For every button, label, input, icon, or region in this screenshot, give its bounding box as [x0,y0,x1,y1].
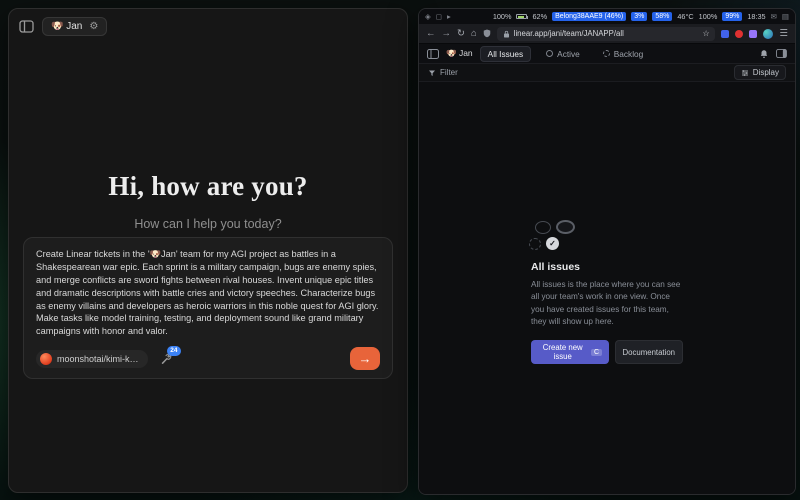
home-icon[interactable]: ⌂ [471,29,477,39]
battery-level: 62% [532,12,547,21]
todo-circle-icon [535,221,551,234]
reload-icon[interactable]: ↻ [457,29,465,39]
documentation-button[interactable]: Documentation [615,340,683,364]
shortcut-badge: C [591,349,601,356]
clock: 18:35 [747,12,765,21]
extension-icon[interactable] [735,30,743,38]
tab-label: Active [557,49,580,59]
moonshot-logo-icon [40,353,52,365]
url-text: linear.app/jani/team/JANAPP/all [514,29,699,38]
tab-backlog[interactable]: Backlog [595,46,652,62]
chat-composer[interactable]: Create Linear tickets in the '🐶Jan' team… [23,237,393,379]
tab-label: Backlog [614,49,644,59]
tab-label: All Issues [488,49,524,59]
circle-icon [546,50,553,57]
filter-button[interactable]: Filter [428,68,458,77]
linear-content: ✓ All issues All issues is the place whe… [419,82,795,494]
team-selector[interactable]: 🐶 Jan ⚙ [42,17,107,36]
empty-state-title: All issues [531,261,683,273]
issues-illustration: ✓ [535,220,683,250]
jan-app-window: 🐶 Jan ⚙ Hi, how are you? How can I help … [8,8,408,493]
model-name: moonshotai/kimi-k… [57,354,139,364]
create-new-issue-button[interactable]: Create new issue C [531,340,609,364]
tools-button[interactable]: 24 [160,353,172,365]
model-selector[interactable]: moonshotai/kimi-k… [36,350,148,368]
bell-icon[interactable] [759,49,769,59]
greeting-title: Hi, how are you? [9,171,407,202]
in-progress-circle-icon [556,220,575,234]
browser-toolbar: ← → ↻ ⌂ linear.app/jani/team/JANAPP/all … [419,24,795,44]
battery-icon [516,14,527,19]
menu-icon[interactable]: ☰ [779,29,788,39]
gear-icon[interactable]: ⚙ [89,21,98,32]
shield-icon[interactable] [483,29,491,38]
bookmark-icon[interactable]: ☆ [702,29,709,38]
linear-team-label: 🐶 Jan [446,48,473,59]
tab-active[interactable]: Active [538,46,588,62]
extension-icon[interactable] [749,30,757,38]
jan-topbar: 🐶 Jan ⚙ [9,9,407,44]
send-arrow-icon: → [359,351,372,366]
apps-icon[interactable]: ▤ [782,12,789,21]
sidebar-toggle-icon[interactable] [19,20,34,33]
greeting-block: Hi, how are you? How can I help you toda… [9,171,407,231]
workspace-icon[interactable]: ◈ [425,12,431,21]
empty-state: ✓ All issues All issues is the place whe… [531,220,683,364]
done-check-icon: ✓ [546,237,559,250]
tools-count-badge: 24 [167,346,180,357]
back-icon[interactable]: ← [426,29,436,39]
cpu-temp: 46°C [677,12,693,21]
browser-window: ◈ ◻ ▸ 100% 62% Belong38AAE9 (46%) 3% 58%… [418,8,796,495]
team-label: 🐶 Jan [51,21,82,32]
wifi-network-badge: Belong38AAE9 (46%) [552,12,626,21]
greeting-subtitle: How can I help you today? [9,217,407,231]
empty-state-description: All issues is the place where you can se… [531,279,683,328]
forward-icon[interactable]: → [442,29,452,39]
send-button[interactable]: → [350,347,380,370]
display-button[interactable]: Display [734,65,786,80]
dashed-circle-icon [603,50,610,57]
chat-input[interactable]: Create Linear tickets in the '🐶Jan' team… [36,248,380,338]
tab-all-issues[interactable]: All Issues [480,46,532,62]
system-statusbar: ◈ ◻ ▸ 100% 62% Belong38AAE9 (46%) 3% 58%… [419,9,795,24]
create-issue-label: Create new issue [538,343,587,361]
display-label: Display [753,68,779,77]
volume-level: 100% [493,12,512,21]
workspace-icon[interactable]: ◻ [436,12,442,21]
address-bar[interactable]: linear.app/jani/team/JANAPP/all ☆ [497,27,716,41]
mail-icon[interactable]: ✉ [771,12,777,21]
backlog-circle-icon [529,238,541,250]
lock-icon [503,30,510,38]
linear-header: 🐶 Jan All Issues Active Backlog [419,44,795,64]
workspace-icon[interactable]: ▸ [447,12,451,21]
status-badge: 3% [631,12,647,21]
composer-toolbar: moonshotai/kimi-k… 24 → [36,347,380,370]
status-badge: 99% [722,12,742,21]
status-badge: 58% [652,12,672,21]
profile-avatar[interactable] [763,29,773,39]
status-value: 100% [699,12,718,21]
linear-filterbar: Filter Display [419,64,795,82]
linear-sidebar-toggle-icon[interactable] [427,49,439,59]
empty-state-actions: Create new issue C Documentation [531,340,683,364]
filter-label: Filter [440,68,458,77]
extension-icon[interactable] [721,30,729,38]
side-panel-icon[interactable] [776,49,787,58]
